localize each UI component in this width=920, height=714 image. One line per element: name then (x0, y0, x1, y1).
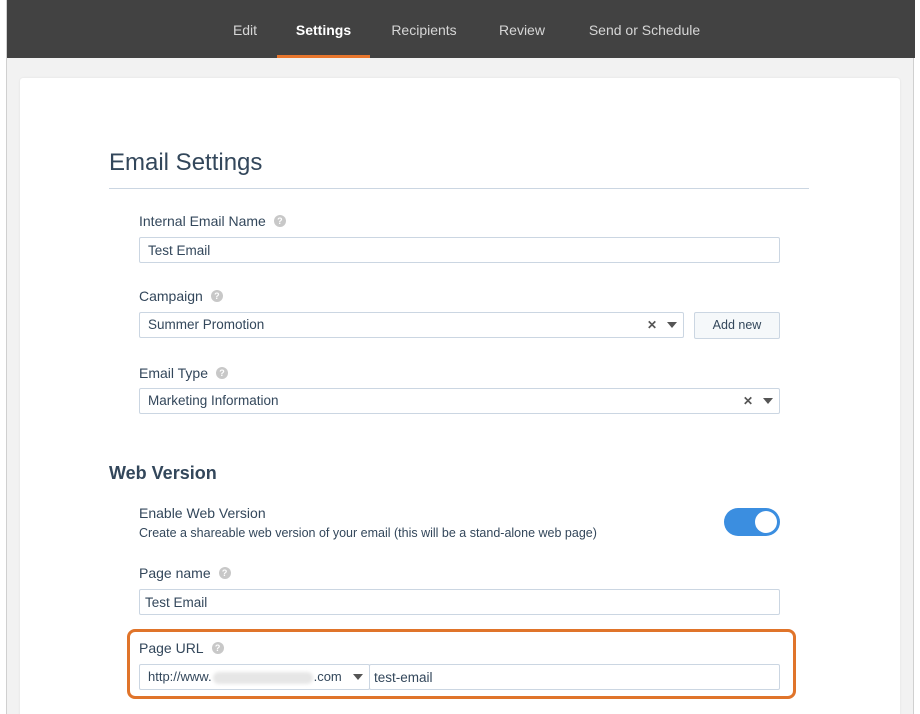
clear-icon[interactable]: ✕ (647, 313, 657, 337)
campaign-select-value: Summer Promotion (148, 317, 265, 332)
help-icon[interactable]: ? (210, 290, 223, 302)
domain-suffix: .com (313, 669, 342, 684)
page-url-slug-input[interactable] (369, 664, 780, 690)
email-type-label: Email Type ? (139, 365, 228, 381)
help-icon[interactable]: ? (216, 367, 228, 379)
email-type-select-value: Marketing Information (148, 393, 279, 408)
toggle-knob (755, 511, 777, 533)
domain-prefix: http://www. (148, 669, 212, 684)
page-name-input[interactable] (139, 589, 780, 615)
internal-name-label: Internal Email Name ? (139, 213, 286, 229)
add-new-campaign-button[interactable]: Add new (694, 312, 780, 339)
chevron-down-icon[interactable] (667, 322, 677, 328)
email-type-select[interactable]: Marketing Information ✕ (139, 388, 780, 414)
internal-name-input[interactable] (139, 237, 780, 263)
page-url-label-text: Page URL (139, 640, 204, 656)
help-icon[interactable]: ? (211, 642, 224, 654)
chevron-down-icon[interactable] (763, 398, 773, 404)
chevron-down-icon[interactable] (353, 674, 363, 680)
enable-web-version-label: Enable Web Version (139, 505, 266, 521)
enable-web-version-description: Create a shareable web version of your e… (139, 526, 597, 540)
campaign-label: Campaign ? (139, 288, 223, 304)
page-name-label-text: Page name (139, 565, 211, 581)
help-icon[interactable]: ? (218, 567, 231, 579)
campaign-label-text: Campaign (139, 288, 203, 304)
page-url-domain-select[interactable]: http://www. .com (139, 664, 370, 690)
enable-web-version-toggle[interactable] (724, 508, 780, 536)
tab-review[interactable]: Review (490, 0, 554, 58)
internal-name-label-text: Internal Email Name (139, 213, 266, 229)
help-icon[interactable]: ? (273, 215, 286, 227)
tab-recipients[interactable]: Recipients (381, 0, 467, 58)
clear-icon[interactable]: ✕ (743, 389, 753, 413)
web-version-title: Web Version (109, 463, 217, 483)
title-divider (109, 188, 809, 189)
app-frame: Edit Settings Recipients Review Send or … (6, 0, 915, 714)
tab-settings[interactable]: Settings (277, 0, 370, 58)
tab-edit[interactable]: Edit (219, 0, 271, 58)
page-title: Email Settings (109, 149, 263, 176)
top-navigation: Edit Settings Recipients Review Send or … (7, 0, 915, 58)
email-type-label-text: Email Type (139, 365, 208, 381)
page-name-label: Page name ? (139, 565, 231, 581)
campaign-select[interactable]: Summer Promotion ✕ (139, 312, 684, 338)
redacted-domain (212, 671, 313, 684)
page-url-label: Page URL ? (139, 640, 224, 656)
enable-web-version-label-text: Enable Web Version (139, 505, 266, 521)
tab-send-or-schedule[interactable]: Send or Schedule (577, 0, 712, 58)
settings-card: Email Settings Internal Email Name ? Cam… (20, 78, 900, 714)
